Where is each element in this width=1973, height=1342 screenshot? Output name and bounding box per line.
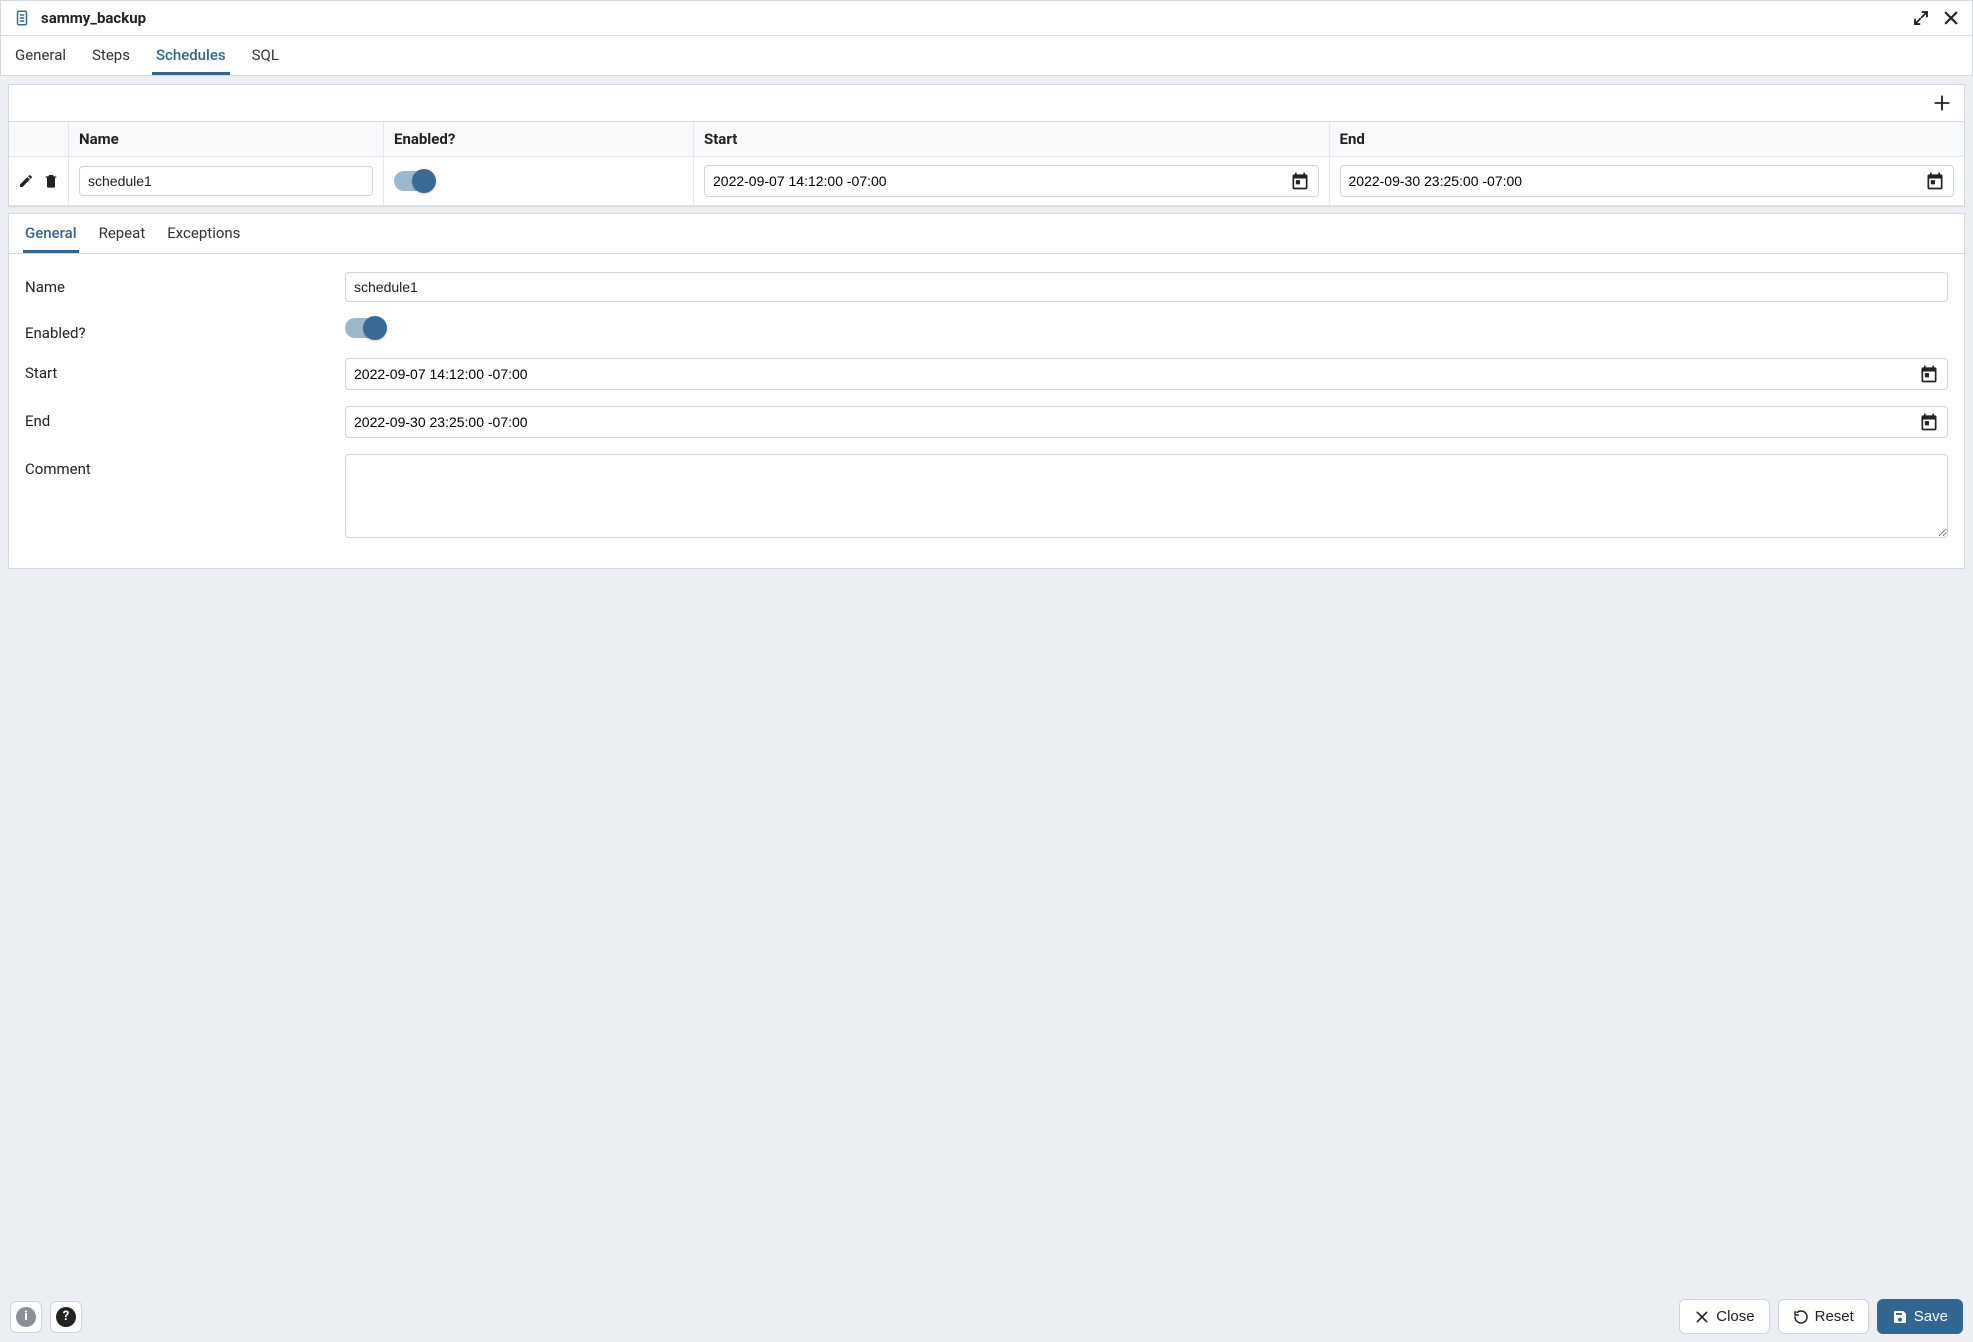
label-name: Name [25, 272, 345, 296]
window-title: sammy_backup [41, 9, 1902, 27]
schedule-form: Name Enabled? Start [9, 254, 1964, 568]
row-end-input[interactable] [1349, 170, 1920, 192]
detail-tab-general[interactable]: General [23, 214, 79, 253]
reset-button-label: Reset [1815, 1308, 1854, 1325]
label-comment: Comment [25, 454, 345, 478]
close-button[interactable]: Close [1679, 1299, 1769, 1334]
tab-steps[interactable]: Steps [88, 36, 134, 75]
row-start-field[interactable] [704, 165, 1319, 197]
reset-button[interactable]: Reset [1778, 1299, 1869, 1334]
tab-sql[interactable]: SQL [248, 36, 283, 75]
save-button[interactable]: Save [1877, 1299, 1963, 1334]
close-icon[interactable] [1940, 7, 1962, 29]
header-end: End [1330, 122, 1965, 157]
table-row [9, 157, 1964, 206]
titlebar: sammy_backup [0, 0, 1973, 36]
job-icon [11, 7, 33, 29]
label-end: End [25, 406, 345, 430]
tab-general[interactable]: General [11, 36, 70, 75]
tab-schedules[interactable]: Schedules [152, 36, 230, 75]
row-enabled-toggle[interactable] [394, 171, 434, 191]
detail-tab-repeat[interactable]: Repeat [97, 214, 148, 253]
label-start: Start [25, 358, 345, 382]
dialog-footer: i ? Close Reset Save [0, 1291, 1973, 1342]
top-tabs: General Steps Schedules SQL [0, 36, 1973, 76]
label-enabled: Enabled? [25, 318, 345, 342]
add-row-button[interactable] [1928, 89, 1956, 117]
start-input[interactable] [354, 363, 1913, 385]
grid-toolbar [8, 84, 1965, 121]
close-button-label: Close [1716, 1308, 1754, 1325]
header-name: Name [69, 122, 384, 157]
start-field[interactable] [345, 358, 1948, 390]
info-button[interactable]: i [10, 1301, 42, 1333]
schedule-detail-card: General Repeat Exceptions Name Enabled? [8, 213, 1965, 569]
expand-icon[interactable] [1910, 7, 1932, 29]
schedules-panel: Name Enabled? Start End [8, 84, 1965, 1283]
detail-tabs: General Repeat Exceptions [9, 214, 1964, 254]
help-button[interactable]: ? [50, 1301, 82, 1333]
edit-row-button[interactable] [15, 170, 37, 192]
row-start-input[interactable] [713, 170, 1284, 192]
header-start: Start [694, 122, 1330, 157]
end-input[interactable] [354, 411, 1913, 433]
schedules-grid: Name Enabled? Start End [8, 121, 1965, 207]
comment-input[interactable] [345, 454, 1948, 538]
header-enabled: Enabled? [384, 122, 694, 157]
header-actions [9, 122, 69, 157]
delete-row-button[interactable] [41, 170, 63, 192]
detail-tab-exceptions[interactable]: Exceptions [165, 214, 242, 253]
row-end-field[interactable] [1340, 165, 1955, 197]
calendar-icon[interactable] [1290, 171, 1310, 191]
enabled-toggle[interactable] [345, 318, 385, 338]
end-field[interactable] [345, 406, 1948, 438]
calendar-icon[interactable] [1925, 171, 1945, 191]
name-input[interactable] [345, 272, 1948, 302]
save-button-label: Save [1914, 1308, 1948, 1325]
calendar-icon[interactable] [1919, 364, 1939, 384]
row-name-input[interactable] [79, 166, 373, 196]
calendar-icon[interactable] [1919, 412, 1939, 432]
